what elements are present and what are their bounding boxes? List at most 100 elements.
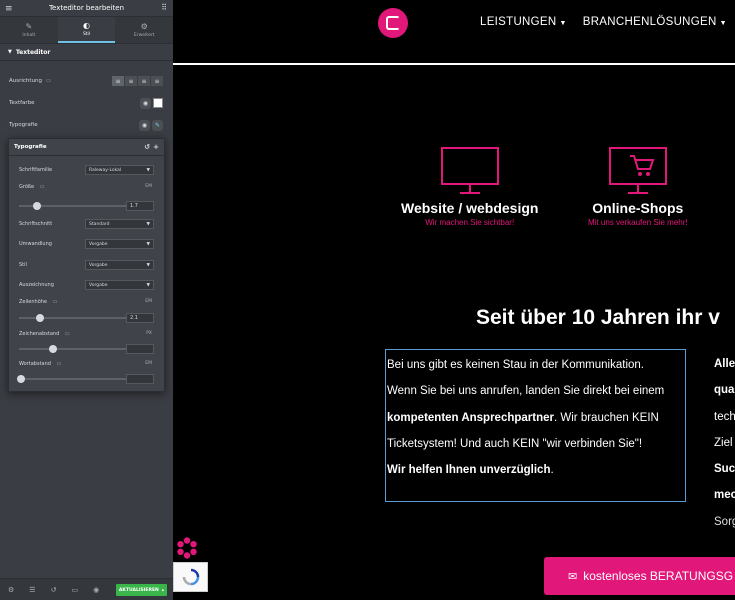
letter-spacing-input[interactable] bbox=[126, 344, 154, 354]
section-heading: Seit über 10 Jahren ihr v bbox=[476, 306, 720, 329]
right-line: tech bbox=[714, 410, 735, 423]
slider-thumb[interactable] bbox=[33, 202, 41, 210]
input-value: 1.7 bbox=[130, 203, 138, 209]
select-value: Vorgabe bbox=[89, 282, 108, 288]
shopping-cart-icon bbox=[629, 155, 655, 176]
transform-select[interactable]: Vorgabe ▼ bbox=[85, 239, 154, 249]
right-line: mec bbox=[714, 489, 735, 502]
service-subtitle: Wir machen Sie sichtbar! bbox=[425, 218, 515, 227]
slider-thumb[interactable] bbox=[36, 314, 44, 322]
popover-header: Typografie ↺ + bbox=[9, 139, 164, 156]
desktop-icon[interactable]: ▭ bbox=[53, 299, 58, 305]
update-button[interactable]: AKTUALISIEREN ▴ bbox=[116, 584, 167, 596]
site-logo[interactable] bbox=[378, 8, 408, 38]
desktop-icon[interactable]: ▭ bbox=[65, 331, 70, 337]
size-label: Größe bbox=[19, 184, 35, 190]
nav-item-branchenloesungen[interactable]: BRANCHENLÖSUNGEN ▼ bbox=[583, 16, 727, 28]
alignment-buttons: ≡ ≡ ≡ ≡ bbox=[112, 76, 163, 86]
panel-header: ≡ Texteditor bearbeiten ⠿ bbox=[0, 0, 173, 17]
decoration-select[interactable]: Vorgabe ▼ bbox=[85, 280, 154, 290]
cta-button[interactable]: ✉ kostenloses BERATUNGSG bbox=[544, 557, 735, 595]
word-spacing-field: Wortabstand ▭ EM bbox=[19, 361, 154, 367]
word-spacing-input[interactable] bbox=[126, 374, 154, 384]
envelope-icon: ✉ bbox=[568, 570, 578, 583]
desktop-icon[interactable]: ▭ bbox=[46, 78, 51, 84]
font-family-select[interactable]: Raleway-Lokal ▼ bbox=[85, 165, 154, 175]
alignment-label: Ausrichtung bbox=[9, 78, 43, 84]
desktop-icon[interactable]: ▭ bbox=[57, 361, 62, 367]
panel-title: Texteditor bearbeiten bbox=[48, 4, 125, 12]
font-family-field: Schriftfamilie Raleway-Lokal ▼ bbox=[19, 165, 154, 175]
caret-down-icon: ▼ bbox=[8, 49, 12, 55]
letter-spacing-slider[interactable] bbox=[19, 345, 129, 353]
text-color-label: Textfarbe bbox=[9, 100, 35, 106]
recaptcha-icon bbox=[182, 568, 199, 586]
monitor-stand bbox=[468, 185, 471, 192]
flower-logo-icon[interactable] bbox=[176, 537, 198, 559]
tab-inhalt[interactable]: ✎ Inhalt bbox=[0, 17, 58, 43]
font-family-label: Schriftfamilie bbox=[19, 167, 53, 173]
desktop-icon[interactable]: ▭ bbox=[40, 184, 45, 190]
text-editor-widget[interactable]: Bei uns gibt es keinen Stau in der Kommu… bbox=[385, 349, 686, 502]
typography-row: Typografie ◉ ✎ bbox=[0, 114, 173, 136]
menu-icon[interactable]: ≡ bbox=[5, 4, 13, 14]
tab-stil[interactable]: ◐ Stil bbox=[57, 17, 116, 43]
unit-label[interactable]: EM bbox=[145, 361, 152, 366]
chevron-down-icon: ▼ bbox=[146, 282, 150, 288]
letter-spacing-field: Zeichenabstand ▭ PX bbox=[19, 331, 154, 337]
widgets-grid-icon[interactable]: ⠿ bbox=[161, 3, 167, 12]
unit-label[interactable]: EM bbox=[145, 184, 152, 189]
chevron-down-icon: ▼ bbox=[146, 221, 150, 227]
service-subtitle: Mit uns verkaufen Sie mehr! bbox=[588, 218, 688, 227]
responsive-icon[interactable]: ▭ bbox=[71, 586, 78, 594]
tab-erweitert[interactable]: ⚙ Erweitert bbox=[115, 17, 173, 43]
weight-select[interactable]: Standard ▼ bbox=[85, 219, 154, 229]
add-icon[interactable]: + bbox=[153, 143, 159, 151]
preview-eye-icon[interactable]: ◉ bbox=[93, 586, 99, 594]
settings-icon[interactable]: ⚙ bbox=[8, 586, 14, 594]
align-left-button[interactable]: ≡ bbox=[112, 76, 124, 86]
logo-mark bbox=[386, 16, 400, 30]
style-select[interactable]: Vorgabe ▼ bbox=[85, 260, 154, 270]
align-center-button[interactable]: ≡ bbox=[125, 76, 137, 86]
service-onlineshops[interactable]: Online-Shops Mit uns verkaufen Sie mehr! bbox=[588, 147, 688, 227]
word-spacing-slider[interactable] bbox=[17, 375, 129, 383]
body-text: . Wir brauchen KEIN bbox=[554, 411, 659, 424]
update-label: AKTUALISIEREN bbox=[118, 587, 159, 593]
slider-thumb[interactable] bbox=[49, 345, 57, 353]
right-line: Sorg bbox=[714, 515, 735, 528]
line-height-slider[interactable] bbox=[19, 314, 129, 322]
nav-item-leistungen[interactable]: LEISTUNGEN ▼ bbox=[480, 16, 567, 28]
edit-pencil-icon[interactable]: ✎ bbox=[152, 119, 163, 131]
size-slider-row: 1.7 bbox=[19, 201, 154, 211]
service-title: Website / webdesign bbox=[401, 200, 539, 216]
align-justify-button[interactable]: ≡ bbox=[151, 76, 163, 86]
line-height-input[interactable]: 2.1 bbox=[126, 313, 154, 323]
main-nav: LEISTUNGEN▼ BRANCHENLÖSUNGEN▼ WI bbox=[480, 16, 735, 28]
input-value: 2.1 bbox=[130, 315, 138, 321]
site-preview: LEISTUNGEN▼ BRANCHENLÖSUNGEN▼ WI Website… bbox=[173, 0, 735, 600]
typography-popover: Typografie ↺ + Schriftfamilie Raleway-Lo… bbox=[8, 138, 165, 392]
text-color-row: Textfarbe ◉ bbox=[0, 92, 173, 114]
reset-icon[interactable]: ↺ bbox=[144, 143, 150, 151]
size-input[interactable]: 1.7 bbox=[126, 201, 154, 211]
globe-icon[interactable]: ◉ bbox=[139, 119, 150, 131]
layers-icon[interactable]: ☰ bbox=[29, 586, 35, 594]
service-webdesign[interactable]: Website / webdesign Wir machen Sie sicht… bbox=[401, 147, 538, 227]
align-right-button[interactable]: ≡ bbox=[138, 76, 150, 86]
section-texteditor[interactable]: ▼ Texteditor bbox=[0, 44, 173, 61]
size-slider[interactable] bbox=[19, 202, 129, 210]
unit-label[interactable]: PX bbox=[146, 331, 152, 336]
bold-text: Wir helfen Ihnen unverzüglich bbox=[387, 464, 551, 477]
transform-field: Umwandlung Vorgabe ▼ bbox=[19, 239, 154, 249]
globe-icon[interactable]: ◉ bbox=[140, 97, 151, 109]
right-text-column: Alle qua tech Ziel Suc mec Sorg bbox=[714, 351, 735, 535]
tab-label: Inhalt bbox=[22, 33, 36, 38]
body-line: Wenn Sie bei uns anrufen, landen Sie dir… bbox=[387, 385, 665, 398]
color-swatch[interactable] bbox=[153, 98, 163, 108]
recaptcha-badge[interactable] bbox=[173, 562, 208, 592]
line-height-label: Zeilenhöhe bbox=[19, 299, 47, 305]
slider-thumb[interactable] bbox=[17, 375, 25, 383]
history-icon[interactable]: ↺ bbox=[51, 586, 57, 594]
unit-label[interactable]: EM bbox=[145, 299, 152, 304]
